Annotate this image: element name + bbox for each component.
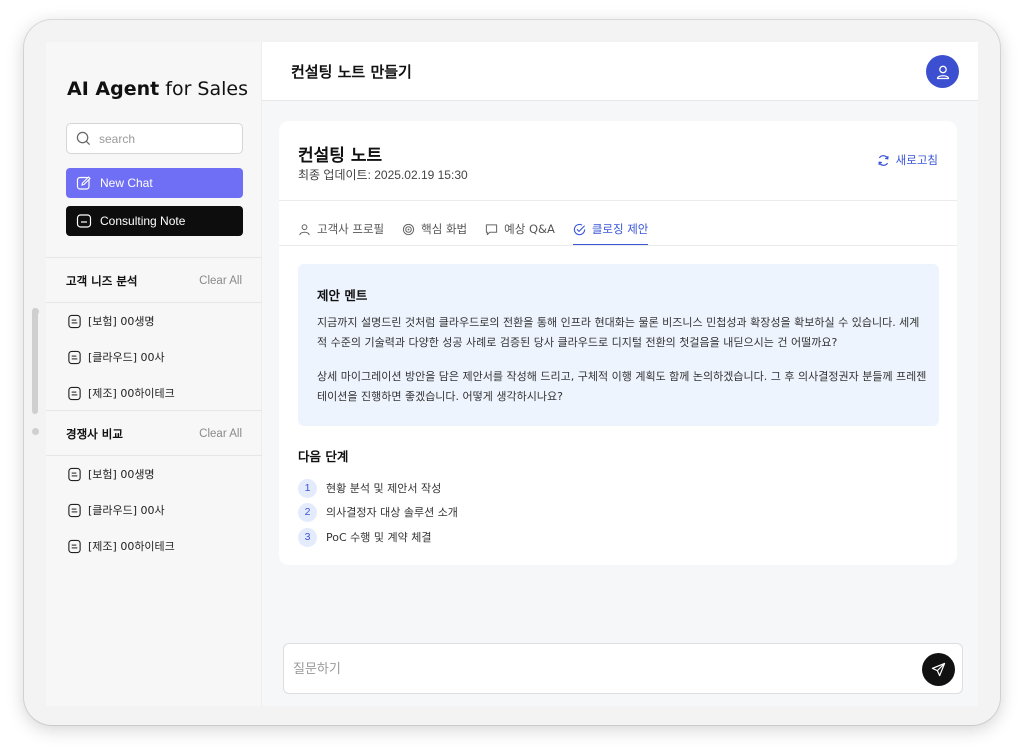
step-label: PoC 수행 및 계약 체결 [326,531,432,544]
note-title: 컨설팅 노트 [298,146,383,166]
brand-rest: for Sales [165,78,248,100]
document-icon [68,350,81,364]
refresh-label: 새로고침 [895,153,938,167]
side-dot [32,308,39,315]
refresh-button[interactable]: 새로고침 [877,152,938,168]
section-header-needs: 고객 니즈 분석 Clear All [46,269,262,293]
list-item[interactable]: [보험] 00생명 [67,311,155,331]
proposal-box: 제안 멘트 지금까지 설명드린 것처럼 클라우드로의 전환을 통해 인프라 현대… [298,264,939,426]
divider [46,410,262,411]
list-item[interactable]: [클라우드] 00사 [67,500,165,520]
step-item: 1 현황 분석 및 제안서 작성 [298,478,441,498]
proposal-heading: 제안 멘트 [317,288,368,303]
document-icon [68,314,81,328]
step-label: 현황 분석 및 제안서 작성 [326,482,442,495]
note-card: 컨설팅 노트 최종 업데이트: 2025.02.19 15:30 새로고침 고객… [279,121,957,565]
tab-bar: 고객사 프로필 핵심 화법 예상 Q&A 클로징 제안 [298,213,666,246]
section-title: 고객 니즈 분석 [66,274,138,288]
tab-closing-proposal[interactable]: 클로징 제안 [572,213,649,246]
list-item[interactable]: [클라우드] 00사 [67,347,165,367]
main-area: 컨설팅 노트 만들기 컨설팅 노트 최종 업데이트: 2025.02.19 15… [262,42,978,706]
divider [46,455,262,456]
page-title: 컨설팅 노트 만들기 [291,63,412,81]
user-icon [936,65,949,79]
step-label: 의사결정자 대상 솔루션 소개 [326,506,458,519]
top-header: 컨설팅 노트 만들기 [262,42,978,101]
document-icon [68,503,81,517]
refresh-icon [878,154,889,166]
check-circle-icon [573,223,585,235]
tab-label: 핵심 화법 [421,222,468,236]
proposal-paragraph: 상세 마이그레이션 방안을 담은 제안서를 작성해 드리고, 구체적 이행 계획… [317,370,927,403]
search-input[interactable] [99,130,237,148]
tab-qna[interactable]: 예상 Q&A [485,213,555,245]
clear-all-button[interactable]: Clear All [199,428,242,440]
side-scroll-track[interactable] [32,308,38,414]
edit-icon [76,176,91,190]
next-steps-heading: 다음 단계 [298,449,349,464]
brand-bold: AI Agent [67,78,160,100]
clear-all-button[interactable]: Clear All [199,275,242,287]
list-item-label: [클라우드] 00사 [88,504,165,517]
list-item-label: [제조] 00하이테크 [88,540,175,553]
step-item: 2 의사결정자 대상 솔루션 소개 [298,502,458,522]
document-icon [68,386,81,400]
tab-key-talk[interactable]: 핵심 화법 [402,213,467,245]
consulting-note-label: Consulting Note [100,214,186,228]
target-icon [403,223,415,235]
step-number: 2 [298,502,317,522]
tab-label: 고객사 프로필 [317,222,385,236]
document-icon [68,467,81,481]
proposal-paragraph: 지금까지 설명드린 것처럼 클라우드로의 전환을 통해 인프라 현대화는 물론 … [317,316,920,349]
divider [46,302,262,303]
list-item-label: [제조] 00하이테크 [88,387,175,400]
list-item[interactable]: [보험] 00생명 [67,464,155,484]
tab-label: 클로징 제안 [591,222,649,236]
chat-bubble-icon [486,223,498,235]
divider [46,257,262,258]
note-icon [76,214,92,228]
person-icon [299,223,310,235]
step-item: 3 PoC 수행 및 계약 체결 [298,527,431,547]
brand-logo: AI Agent for Sales [67,78,248,100]
new-chat-button[interactable]: New Chat [66,168,243,198]
step-number: 1 [298,478,317,498]
list-item-label: [클라우드] 00사 [88,351,165,364]
side-dot [32,428,39,435]
divider [279,200,957,201]
section-title: 경쟁사 비교 [66,427,123,441]
divider [279,245,957,246]
send-button[interactable] [922,653,955,686]
send-icon [931,662,946,677]
list-item[interactable]: [제조] 00하이테크 [67,536,175,556]
list-item-label: [보험] 00생명 [88,468,155,481]
consulting-note-button[interactable]: Consulting Note [66,206,243,236]
sidebar: AI Agent for Sales New Chat Consulting N… [46,42,262,706]
list-item[interactable]: [제조] 00하이테크 [67,383,175,403]
section-header-competitors: 경쟁사 비교 Clear All [46,422,262,446]
new-chat-label: New Chat [100,176,153,190]
last-updated: 최종 업데이트: 2025.02.19 15:30 [298,168,468,182]
step-number: 3 [298,527,317,547]
chat-input[interactable] [293,658,893,680]
list-item-label: [보험] 00생명 [88,315,155,328]
tab-label: 예상 Q&A [504,222,555,236]
search-icon [76,131,91,146]
app-screen: AI Agent for Sales New Chat Consulting N… [46,42,978,706]
avatar[interactable] [926,55,959,88]
chat-box[interactable] [283,643,963,694]
document-icon [68,539,81,553]
search-box[interactable] [66,123,243,154]
tab-customer-profile[interactable]: 고객사 프로필 [298,213,384,245]
